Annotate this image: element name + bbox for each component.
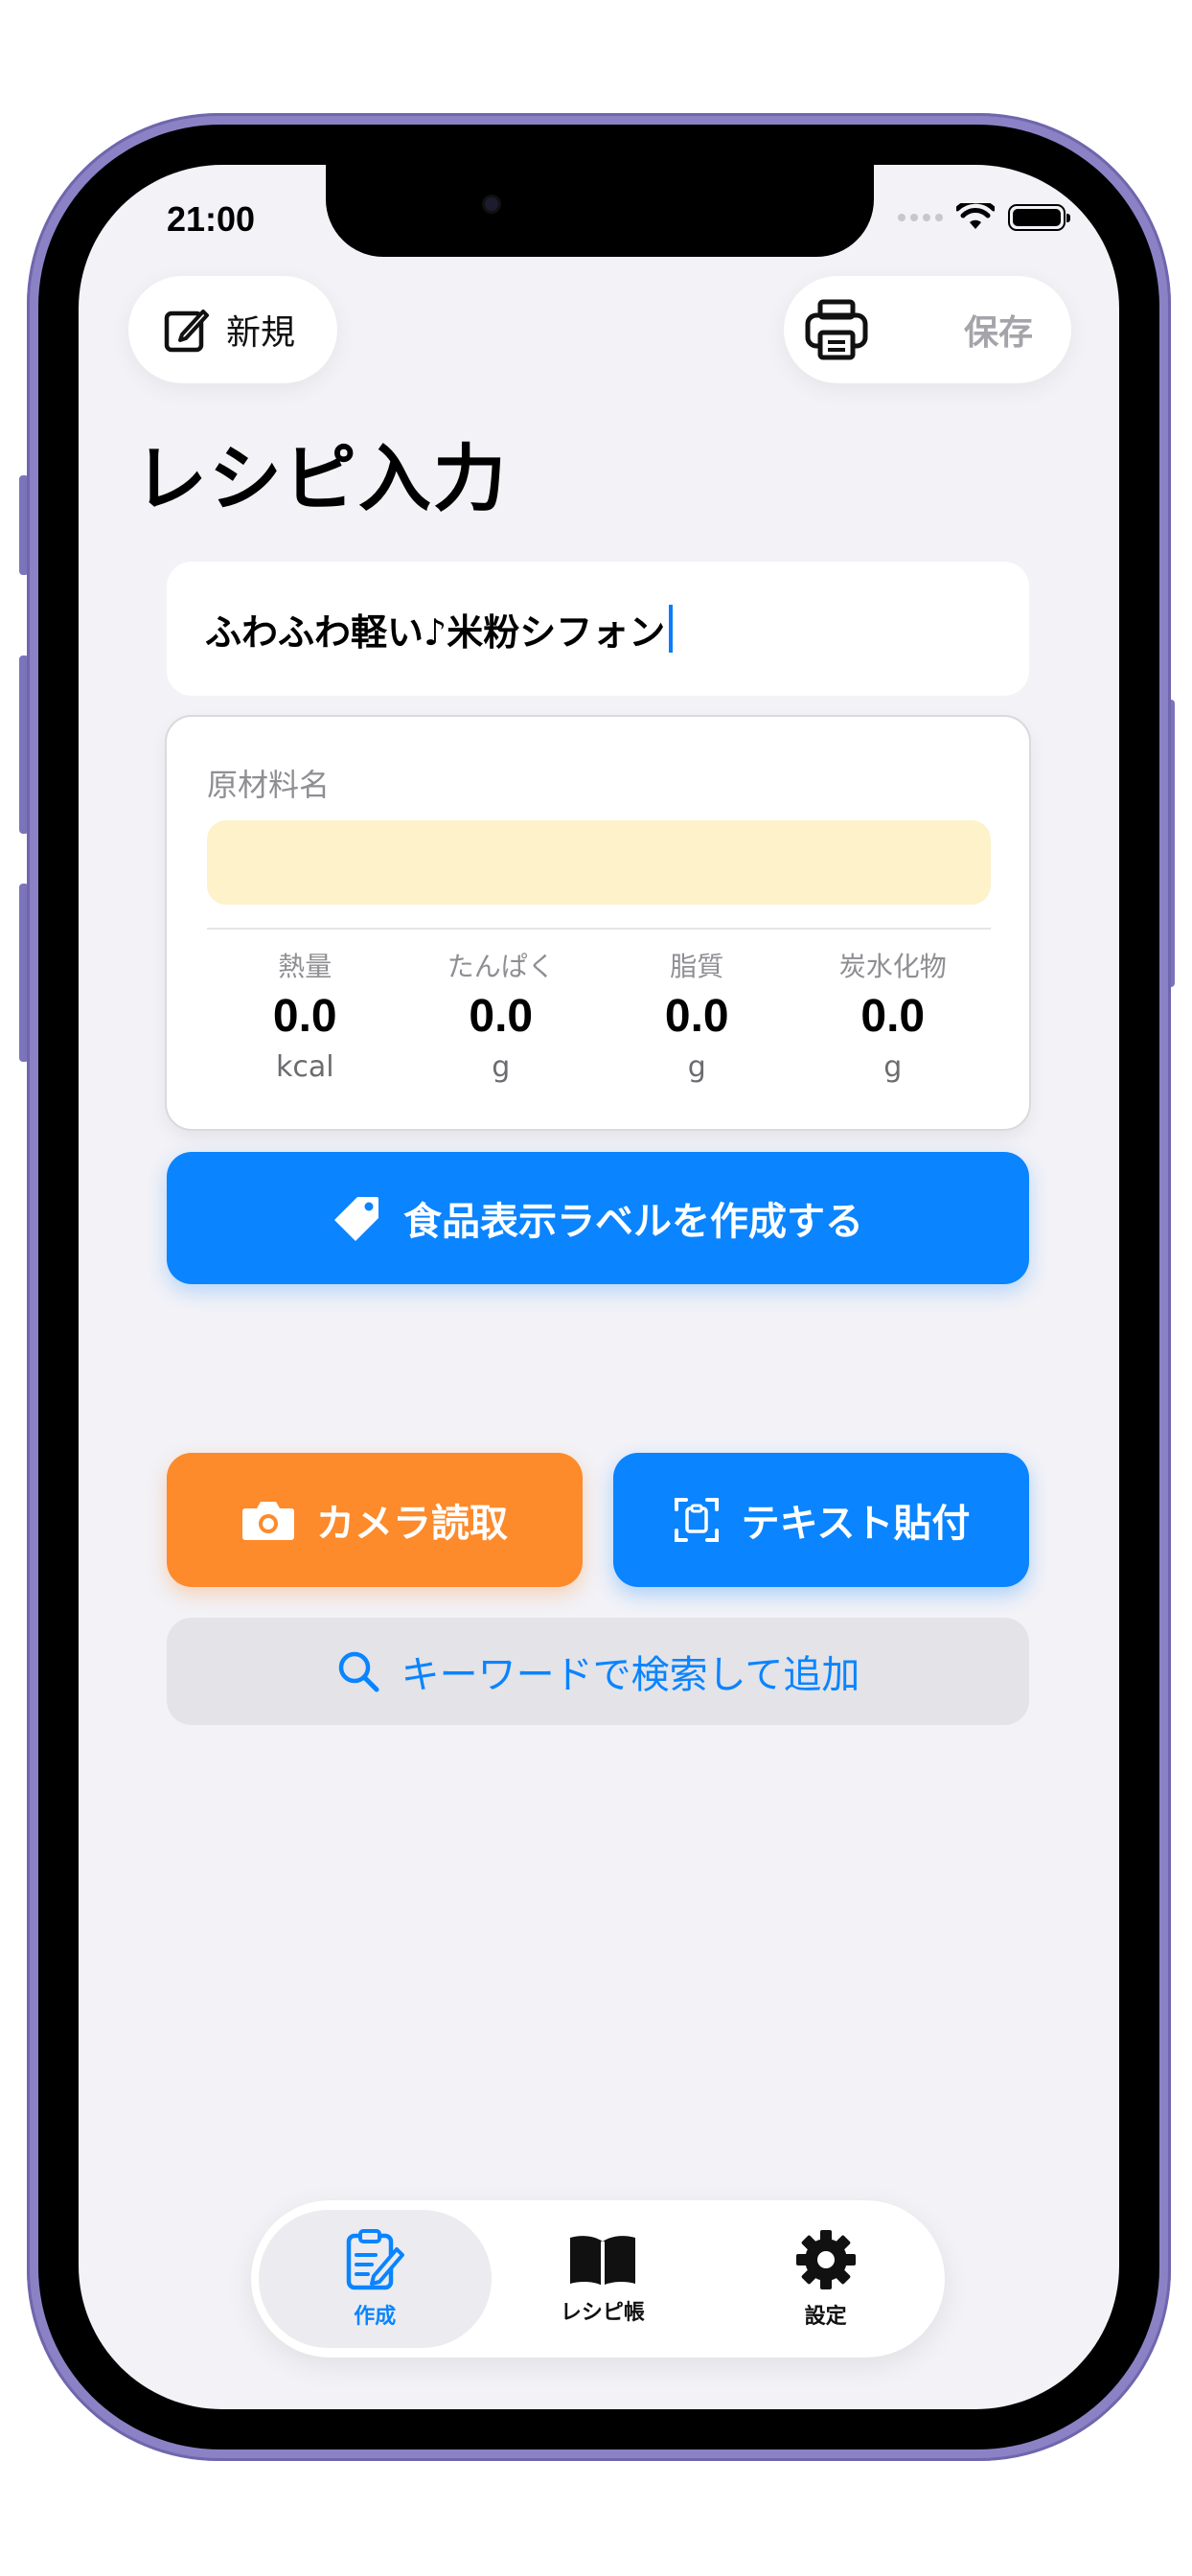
recipe-name-field[interactable]: ふわふわ軽い♪米粉シフォン [167,562,1029,696]
nutrition-fat: 脂質 0.0 g [599,947,795,1089]
tab-label: 設定 [804,2305,847,2329]
clipboard-edit-icon [347,2229,405,2290]
tab-label: 作成 [354,2305,397,2329]
tag-icon [334,1197,378,1241]
tab-label: レシピ帳 [560,2301,645,2325]
status-indicators [898,203,1070,232]
notch [326,165,874,257]
nutrition-energy: 熱量 0.0 kcal [207,947,403,1089]
camera-scan-label: カメラ読取 [316,1502,508,1546]
new-recipe-button[interactable]: 新規 [128,276,337,383]
nutrition-name: たんぱく [447,951,555,982]
paste-text-label: テキスト貼付 [741,1502,971,1546]
paste-text-button[interactable]: テキスト貼付 [613,1453,1029,1587]
recipe-name-value: ふわふわ軽い♪米粉シフォン [205,610,666,654]
battery-icon [1008,204,1070,231]
nutrition-value: 0.0 [860,991,926,1042]
nutrition-protein: たんぱく 0.0 g [403,947,600,1089]
text-cursor [669,605,674,653]
nutrition-unit: g [883,1050,903,1084]
print-save-group: 保存 [784,276,1071,383]
create-label-text: 食品表示ラベルを作成する [403,1200,863,1244]
nutrition-value: 0.0 [272,991,337,1042]
nutrition-unit: kcal [275,1050,334,1084]
create-label-button[interactable]: 食品表示ラベルを作成する [167,1152,1029,1284]
nutrition-name: 脂質 [670,951,724,982]
save-button[interactable]: 保存 [964,305,1033,355]
printer-icon[interactable] [803,298,870,361]
front-camera [485,197,498,211]
nutrition-unit: g [687,1050,706,1084]
app-screen: 21:00 新規 保存 レシピ入力 ふわふわ軽い♪米粉シフォン 原材料名 熱量 … [79,165,1119,2409]
book-icon [569,2236,635,2286]
new-recipe-label: 新規 [226,313,296,353]
ingredient-card: 原材料名 熱量 0.0 kcal たんぱく 0.0 g 脂質 0.0 g 炭水化… [167,717,1029,1129]
ingredient-input[interactable] [207,820,991,905]
signal-icon [898,214,943,221]
camera-icon [242,1502,294,1540]
divider [207,928,991,930]
text-scan-icon [674,1498,719,1542]
tab-bar: 作成 レシピ帳 設定 [251,2200,945,2358]
keyword-search-label: キーワードで検索して追加 [401,1653,860,1697]
camera-scan-button[interactable]: カメラ読取 [167,1453,583,1587]
gear-icon [795,2230,856,2289]
status-time: 21:00 [167,199,256,239]
search-icon [338,1651,379,1692]
keyword-search-button[interactable]: キーワードで検索して追加 [167,1618,1029,1725]
tab-create[interactable]: 作成 [259,2210,492,2348]
nutrition-name: 熱量 [278,951,332,982]
tab-recipe-book[interactable]: レシピ帳 [492,2210,715,2348]
nutrition-value: 0.0 [469,991,534,1042]
compose-icon [164,310,209,353]
tab-settings[interactable]: 設定 [714,2210,937,2348]
wifi-icon [956,203,995,229]
nutrition-unit: g [492,1050,511,1084]
nutrition-name: 炭水化物 [838,951,947,982]
page-title: レシピ入力 [134,436,508,521]
ingredient-label: 原材料名 [207,767,331,803]
nutrition-carbs: 炭水化物 0.0 g [795,947,992,1089]
nutrition-row: 熱量 0.0 kcal たんぱく 0.0 g 脂質 0.0 g 炭水化物 0.0… [207,947,991,1089]
nutrition-value: 0.0 [664,991,729,1042]
